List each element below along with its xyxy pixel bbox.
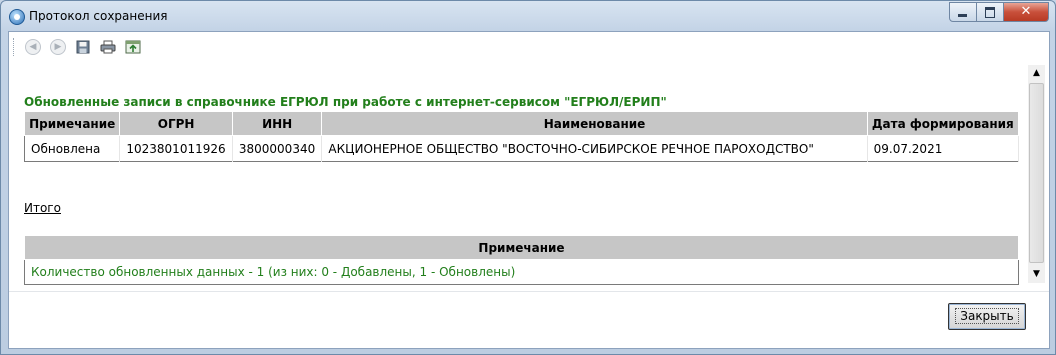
vertical-scrollbar[interactable]: ▲ ▼ (1028, 65, 1045, 283)
cell-name: АКЦИОНЕРНОЕ ОБЩЕСТВО "ВОСТОЧНО-СИБИРСКОЕ… (321, 135, 868, 162)
cell-date: 09.07.2021 (867, 135, 1020, 162)
section-title: Обновленные записи в справочнике ЕГРЮЛ п… (24, 95, 667, 109)
title-bar[interactable]: Протокол сохранения ✕ (1, 1, 1055, 31)
scroll-down-icon[interactable]: ▼ (1028, 266, 1045, 283)
scroll-thumb[interactable] (1029, 83, 1044, 263)
dialog-window: Протокол сохранения ✕ ◀ ▶ Обновленные за… (0, 0, 1056, 355)
divider (9, 291, 1049, 292)
itogo-link[interactable]: Итого (24, 201, 61, 215)
col-header-inn[interactable]: ИНН (231, 111, 323, 136)
export-button[interactable] (123, 37, 143, 57)
close-button[interactable]: Закрыть (948, 303, 1026, 330)
report-client-area: ◀ ▶ Обновленные записи в справочнике ЕГР… (8, 31, 1050, 349)
updated-records-table: Примечание ОГРН ИНН Наименование Дата фо… (23, 111, 1020, 162)
summary-col-header[interactable]: Примечание (24, 235, 1019, 260)
print-icon (100, 40, 116, 54)
caption-buttons: ✕ (949, 2, 1049, 22)
close-button-label: Закрыть (955, 308, 1019, 324)
print-button[interactable] (98, 37, 118, 57)
export-icon (125, 40, 141, 54)
cell-note: Обновлена (24, 135, 121, 162)
minimize-button[interactable] (949, 2, 977, 22)
summary-text: Количество обновленных данных - 1 (из ни… (31, 265, 516, 279)
back-icon: ◀ (25, 39, 41, 55)
col-header-note[interactable]: Примечание (23, 111, 121, 136)
back-button[interactable]: ◀ (23, 37, 43, 57)
toolbar-grip[interactable] (13, 38, 17, 56)
cell-ogrn: 1023801011926 (119, 135, 233, 162)
close-window-button[interactable]: ✕ (1004, 2, 1049, 22)
col-header-date[interactable]: Дата формирования (866, 111, 1020, 136)
maximize-button[interactable] (977, 2, 1004, 22)
summary-row[interactable]: Количество обновленных данных - 1 (из ни… (25, 260, 1019, 285)
col-header-name[interactable]: Наименование (321, 111, 868, 136)
summary-table: Примечание Количество обновленных данных… (24, 235, 1019, 285)
scroll-up-icon[interactable]: ▲ (1028, 65, 1045, 82)
save-icon (76, 40, 90, 54)
save-button[interactable] (73, 37, 93, 57)
forward-icon: ▶ (50, 39, 66, 55)
close-icon: ✕ (1020, 4, 1032, 19)
forward-button[interactable]: ▶ (48, 37, 68, 57)
app-icon (9, 9, 25, 25)
table-row[interactable]: Обновлена 1023801011926 3800000340 АКЦИО… (24, 135, 1020, 162)
maximize-icon (985, 7, 995, 18)
window-title: Протокол сохранения (29, 9, 168, 23)
cell-inn: 3800000340 (232, 135, 323, 162)
toolbar: ◀ ▶ (13, 36, 148, 58)
col-header-ogrn[interactable]: ОГРН (119, 111, 233, 136)
minimize-icon (958, 14, 967, 17)
